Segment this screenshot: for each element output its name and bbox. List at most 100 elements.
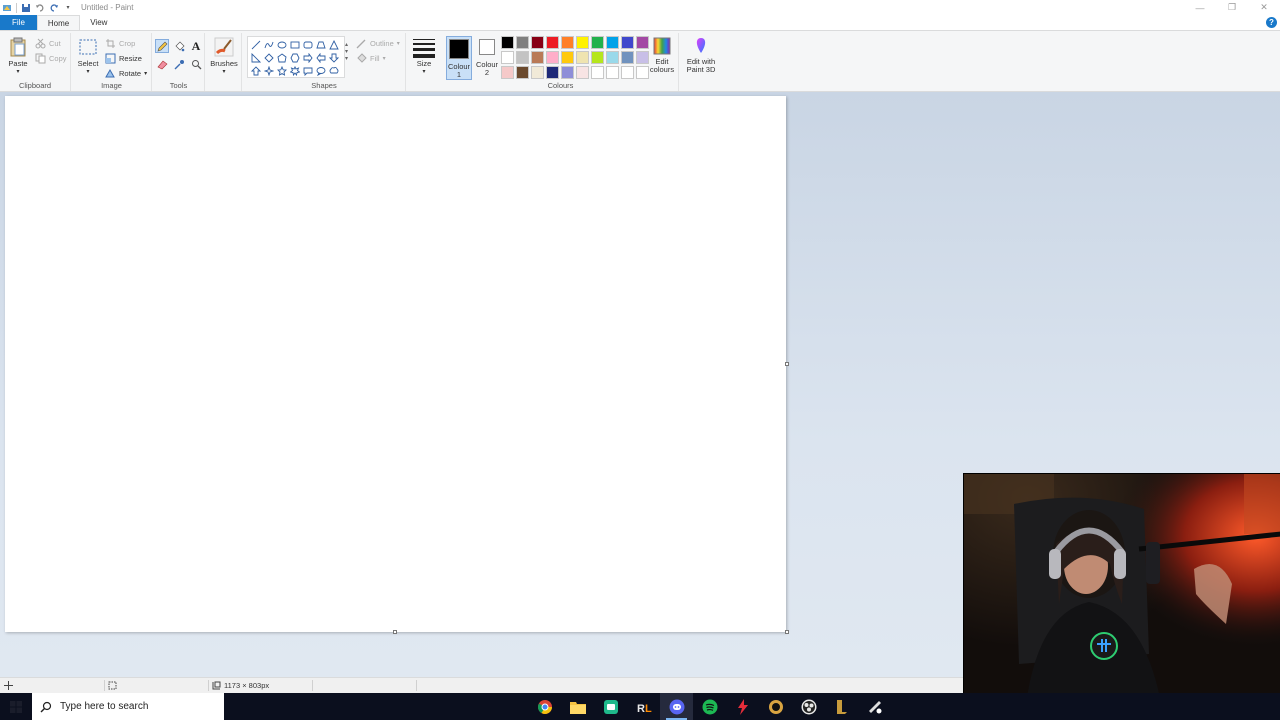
restore-button[interactable]: ❐	[1216, 0, 1248, 15]
palette-swatch[interactable]	[621, 51, 634, 64]
six-point-star-shape-icon[interactable]	[288, 64, 301, 77]
help-icon[interactable]: ?	[1266, 17, 1277, 28]
magnifier-icon[interactable]	[189, 57, 203, 71]
start-button[interactable]	[0, 693, 32, 720]
store-app-icon[interactable]	[594, 693, 627, 720]
palette-swatch[interactable]	[606, 36, 619, 49]
status-divider	[208, 680, 209, 691]
spotify-icon[interactable]	[693, 693, 726, 720]
down-arrow-shape-icon[interactable]	[327, 51, 340, 64]
curve-shape-icon[interactable]	[262, 38, 275, 51]
size-button[interactable]: Size ▾	[411, 36, 437, 76]
palette-swatch[interactable]	[591, 51, 604, 64]
palette-swatch[interactable]	[516, 36, 529, 49]
taskbar-search[interactable]: Type here to search	[32, 693, 224, 720]
hexagon-shape-icon[interactable]	[288, 51, 301, 64]
colour-1-button[interactable]: Colour 1	[446, 36, 472, 80]
oval-shape-icon[interactable]	[275, 38, 288, 51]
rounded-rectangle-shape-icon[interactable]	[301, 38, 314, 51]
outline-button[interactable]: Outline ▾	[356, 38, 400, 49]
right-triangle-shape-icon[interactable]	[249, 51, 262, 64]
resize-handle-bottom[interactable]	[393, 630, 397, 634]
rect-callout-shape-icon[interactable]	[301, 64, 314, 77]
rotate-button[interactable]: Rotate ▾	[105, 68, 147, 79]
cut-button[interactable]: Cut	[35, 38, 61, 49]
palette-swatch[interactable]	[546, 51, 559, 64]
file-explorer-icon[interactable]	[561, 693, 594, 720]
tab-home[interactable]: Home	[36, 15, 81, 30]
rectangle-shape-icon[interactable]	[288, 38, 301, 51]
resize-handle-right[interactable]	[785, 362, 789, 366]
palette-swatch[interactable]	[501, 36, 514, 49]
diamond-shape-icon[interactable]	[262, 51, 275, 64]
rocket-league-icon[interactable]: RL	[627, 693, 660, 720]
redo-icon[interactable]	[49, 3, 59, 13]
palette-swatch[interactable]	[546, 36, 559, 49]
edit-colours-button[interactable]: Edit colours	[647, 36, 677, 74]
palette-swatch[interactable]	[501, 51, 514, 64]
colour-2-button[interactable]: Colour 2	[474, 36, 500, 77]
game-launcher-icon[interactable]	[759, 693, 792, 720]
palette-swatch[interactable]	[591, 36, 604, 49]
fill-bucket-icon[interactable]	[172, 39, 186, 53]
oval-callout-shape-icon[interactable]	[314, 64, 327, 77]
app-icon[interactable]	[858, 693, 891, 720]
palette-swatch[interactable]	[576, 66, 589, 79]
resize-button[interactable]: Resize	[105, 53, 142, 64]
tab-view[interactable]: View	[80, 15, 117, 30]
obs-icon[interactable]	[792, 693, 825, 720]
palette-swatch[interactable]	[561, 51, 574, 64]
palette-swatch[interactable]	[531, 66, 544, 79]
palette-swatch[interactable]	[576, 36, 589, 49]
palette-swatch[interactable]	[606, 51, 619, 64]
left-arrow-shape-icon[interactable]	[314, 51, 327, 64]
select-button[interactable]: Select ▾	[76, 36, 100, 76]
shapes-scroll-icon[interactable]: ▴ ▾ ▾	[345, 41, 348, 62]
colour-picker-icon[interactable]	[172, 57, 186, 71]
crop-button[interactable]: Crop	[105, 38, 135, 49]
palette-swatch[interactable]	[606, 66, 619, 79]
cloud-callout-shape-icon[interactable]	[327, 64, 340, 77]
palette-swatch[interactable]	[546, 66, 559, 79]
fill-button[interactable]: Fill ▾	[356, 53, 386, 64]
undo-icon[interactable]	[35, 3, 45, 13]
four-point-star-shape-icon[interactable]	[262, 64, 275, 77]
eraser-icon[interactable]	[155, 57, 169, 71]
polygon-shape-icon[interactable]	[314, 38, 327, 51]
minimize-button[interactable]: —	[1184, 0, 1216, 15]
save-icon[interactable]	[21, 3, 31, 13]
bolt-icon[interactable]	[726, 693, 759, 720]
palette-swatch[interactable]	[576, 51, 589, 64]
palette-swatch[interactable]	[621, 66, 634, 79]
up-arrow-shape-icon[interactable]	[249, 64, 262, 77]
resize-handle-corner[interactable]	[785, 630, 789, 634]
edit-with-paint3d-button[interactable]: Edit with Paint 3D	[683, 36, 719, 74]
palette-swatch[interactable]	[501, 66, 514, 79]
customize-toolbar-icon[interactable]: ▾	[63, 3, 73, 13]
pentagon-shape-icon[interactable]	[275, 51, 288, 64]
palette-swatch[interactable]	[561, 66, 574, 79]
triangle-shape-icon[interactable]	[327, 38, 340, 51]
close-button[interactable]: ✕	[1248, 0, 1280, 15]
palette-swatch[interactable]	[561, 36, 574, 49]
palette-swatch[interactable]	[516, 51, 529, 64]
palette-swatch[interactable]	[591, 66, 604, 79]
paste-button[interactable]: Paste ▾	[6, 36, 30, 76]
palette-swatch[interactable]	[516, 66, 529, 79]
text-tool-icon[interactable]: A	[189, 39, 203, 53]
palette-swatch[interactable]	[531, 36, 544, 49]
chrome-icon[interactable]	[528, 693, 561, 720]
league-icon[interactable]	[825, 693, 858, 720]
line-shape-icon[interactable]	[249, 38, 262, 51]
pencil-icon[interactable]	[155, 39, 169, 53]
paint3d-icon	[696, 38, 706, 53]
five-point-star-shape-icon[interactable]	[275, 64, 288, 77]
palette-swatch[interactable]	[621, 36, 634, 49]
tab-file[interactable]: File	[0, 15, 37, 30]
copy-button[interactable]: Copy	[35, 53, 67, 64]
palette-swatch[interactable]	[531, 51, 544, 64]
right-arrow-shape-icon[interactable]	[301, 51, 314, 64]
discord-icon[interactable]	[660, 693, 693, 720]
brushes-button[interactable]: Brushes ▾	[209, 36, 239, 76]
drawing-canvas[interactable]	[5, 96, 786, 632]
